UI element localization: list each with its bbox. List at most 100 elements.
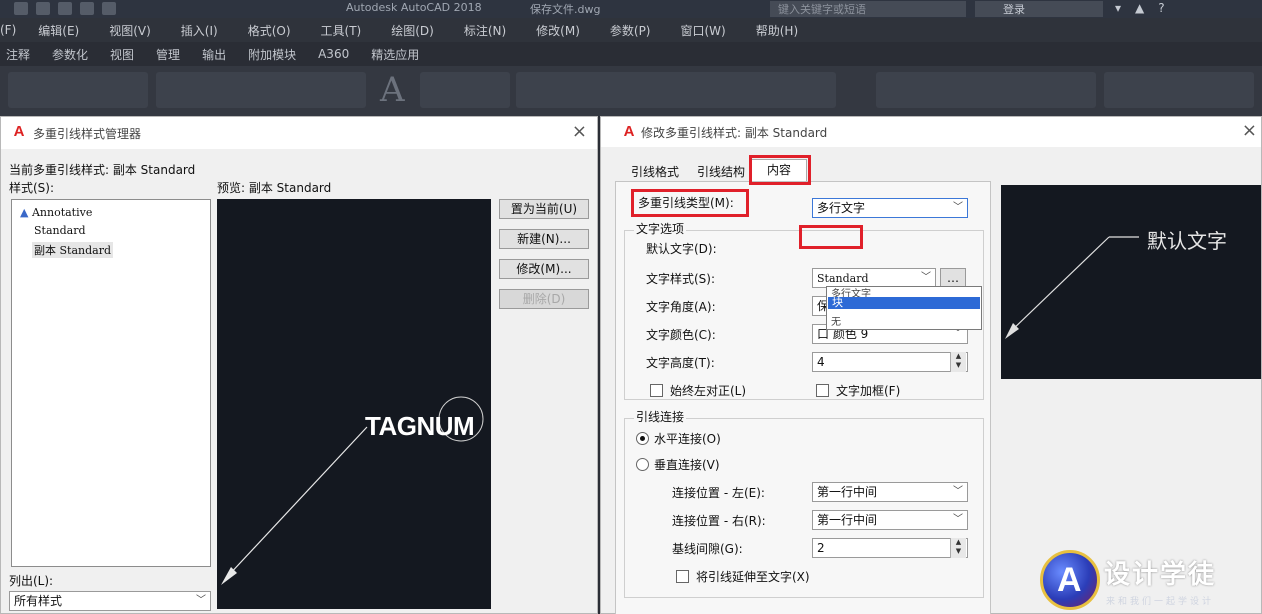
ribbon-tab-annotate[interactable]: 注释 bbox=[6, 46, 30, 63]
attach-right-select[interactable]: 第一行中间 ﹀ bbox=[812, 510, 968, 530]
ribbon-tab-featured[interactable]: 精选应用 bbox=[371, 46, 419, 63]
multileader-style-manager-dialog: A 多重引线样式管理器 × 当前多重引线样式: 副本 Standard 样式(S… bbox=[0, 116, 598, 614]
styles-listbox[interactable]: ▲ Annotative Standard 副本 Standard bbox=[11, 199, 211, 567]
set-current-button[interactable]: 置为当前(U) bbox=[499, 199, 589, 219]
ribbon-tab-output[interactable]: 输出 bbox=[202, 46, 226, 63]
new-button[interactable]: 新建(N)... bbox=[499, 229, 589, 249]
menu-window[interactable]: 窗口(W) bbox=[681, 22, 726, 39]
text-frame-label: 文字加框(F) bbox=[836, 384, 901, 398]
leader-connection-group-label: 引线连接 bbox=[634, 408, 687, 425]
menu-modify[interactable]: 修改(M) bbox=[536, 22, 580, 39]
horizontal-attachment-radio[interactable] bbox=[636, 432, 649, 445]
ribbon-tab-parametric[interactable]: 参数化 bbox=[52, 46, 88, 63]
layers-tools-group[interactable] bbox=[516, 72, 836, 108]
menu-edit[interactable]: 编辑(E) bbox=[38, 22, 79, 39]
ribbon-panel bbox=[0, 66, 1262, 116]
delete-button[interactable]: 删除(D) bbox=[499, 289, 589, 309]
print-icon[interactable] bbox=[80, 2, 94, 15]
properties-tools-group[interactable] bbox=[876, 72, 1096, 108]
draw-tools-group[interactable] bbox=[8, 72, 148, 108]
search-input[interactable]: 键入关键字或短语 bbox=[770, 1, 966, 17]
modify-button[interactable]: 修改(M)... bbox=[499, 259, 589, 279]
styles-label: 样式(S): bbox=[9, 181, 55, 195]
dropdown-option-selected[interactable]: 块 bbox=[828, 297, 980, 309]
login-button[interactable]: 登录 bbox=[975, 1, 1103, 17]
quick-access-toolbar bbox=[14, 2, 116, 15]
menu-file[interactable]: (F) bbox=[0, 23, 16, 37]
extend-leader-label: 将引线延伸至文字(X) bbox=[696, 570, 810, 584]
menu-insert[interactable]: 插入(I) bbox=[181, 22, 218, 39]
ribbon-tab-manage[interactable]: 管理 bbox=[156, 46, 180, 63]
list-item[interactable]: Standard bbox=[34, 224, 86, 237]
menu-help[interactable]: 帮助(H) bbox=[756, 22, 798, 39]
preview-leader-graphic bbox=[221, 396, 484, 585]
style-preview: TAGNUM bbox=[217, 199, 491, 609]
close-icon[interactable]: × bbox=[1242, 120, 1257, 141]
chevron-down-icon: ﹀ bbox=[921, 272, 931, 283]
cart-icon[interactable]: ▾ bbox=[1115, 1, 1121, 15]
dialog-title-bar: A 修改多重引线样式: 副本 Standard × bbox=[601, 117, 1261, 147]
text-frame-checkbox[interactable] bbox=[816, 384, 829, 397]
content-tab-panel: 多重引线类型(M): 多行文字 ﹀ 文字选项 默认文字(D): 文字样式(S):… bbox=[615, 181, 991, 614]
menu-bar: (F) 编辑(E) 视图(V) 插入(I) 格式(O) 工具(T) 绘图(D) … bbox=[0, 18, 1262, 42]
ribbon-tab-a360[interactable]: A360 bbox=[318, 47, 349, 61]
menu-tools[interactable]: 工具(T) bbox=[321, 22, 362, 39]
save-icon[interactable] bbox=[58, 2, 72, 15]
help-icon[interactable]: ? bbox=[1158, 1, 1164, 15]
list-filter-select[interactable]: 所有样式 ﹀ bbox=[9, 591, 211, 611]
dropdown-option[interactable]: 无 bbox=[831, 313, 841, 328]
vertical-attachment-radio[interactable] bbox=[636, 458, 649, 471]
chevron-down-icon: ﹀ bbox=[196, 595, 206, 606]
text-color-label: 文字颜色(C): bbox=[646, 328, 716, 342]
dialog-title-bar: A 多重引线样式管理器 × bbox=[1, 117, 597, 149]
menu-dimension[interactable]: 标注(N) bbox=[464, 22, 506, 39]
tab-content[interactable]: 内容 bbox=[751, 159, 807, 181]
list-item-selected[interactable]: 副本 Standard bbox=[32, 242, 113, 258]
vertical-attachment-label: 垂直连接(V) bbox=[654, 458, 720, 472]
ribbon-tab-view[interactable]: 视图 bbox=[110, 46, 134, 63]
preview-leader-graphic bbox=[1005, 236, 1139, 339]
text-height-input[interactable]: 4 bbox=[812, 352, 968, 372]
menu-view[interactable]: 视图(V) bbox=[109, 22, 151, 39]
text-tool-icon[interactable]: A bbox=[380, 70, 405, 110]
autocad-logo-icon: A bbox=[13, 123, 25, 140]
undo-icon[interactable] bbox=[102, 2, 116, 15]
leader-type-dropdown-list[interactable]: 多行文字 块 无 bbox=[826, 286, 982, 330]
annotation-tools-group[interactable] bbox=[420, 72, 510, 108]
extend-leader-checkbox[interactable] bbox=[676, 570, 689, 583]
app-title-bar: Autodesk AutoCAD 2018 保存文件.dwg 键入关键字或短语 … bbox=[0, 0, 1262, 18]
chevron-down-icon: ﹀ bbox=[953, 486, 963, 497]
landing-gap-spinner[interactable]: ▲ ▼ bbox=[950, 538, 966, 558]
close-icon[interactable]: × bbox=[572, 121, 587, 142]
chevron-down-icon: ﹀ bbox=[953, 202, 963, 213]
tab-leader-format[interactable]: 引线格式 bbox=[631, 163, 679, 180]
ribbon-tab-addins[interactable]: 附加模块 bbox=[248, 46, 296, 63]
attach-right-label: 连接位置 - 右(R): bbox=[672, 514, 766, 528]
current-style-label: 当前多重引线样式: 副本 Standard bbox=[9, 163, 196, 177]
brand-slogan: 来和我们一起学设计 bbox=[1106, 597, 1215, 607]
annotative-icon: ▲ bbox=[20, 206, 29, 219]
exchange-icon[interactable]: ▲ bbox=[1135, 1, 1144, 15]
text-height-spinner[interactable]: ▲ ▼ bbox=[950, 352, 966, 372]
landing-gap-input[interactable]: 2 bbox=[812, 538, 968, 558]
list-item[interactable]: ▲ Annotative bbox=[20, 206, 92, 219]
tab-leader-structure[interactable]: 引线结构 bbox=[697, 163, 745, 180]
text-style-label: 文字样式(S): bbox=[646, 272, 716, 286]
attach-left-select[interactable]: 第一行中间 ﹀ bbox=[812, 482, 968, 502]
modify-tools-group[interactable] bbox=[156, 72, 366, 108]
text-options-group-label: 文字选项 bbox=[634, 220, 687, 237]
autocad-logo-icon: A bbox=[623, 123, 635, 140]
menu-draw[interactable]: 绘图(D) bbox=[391, 22, 434, 39]
dialog-title: 修改多重引线样式: 副本 Standard bbox=[641, 126, 828, 140]
utilities-tools-group[interactable] bbox=[1104, 72, 1254, 108]
always-left-checkbox[interactable] bbox=[650, 384, 663, 397]
leader-type-select[interactable]: 多行文字 ﹀ bbox=[812, 198, 968, 218]
style-preview: 默认文字 bbox=[1001, 185, 1261, 379]
list-filter-label: 列出(L): bbox=[9, 574, 54, 588]
menu-parametric[interactable]: 参数(P) bbox=[610, 22, 651, 39]
open-file-icon[interactable] bbox=[36, 2, 50, 15]
new-file-icon[interactable] bbox=[14, 2, 28, 15]
text-style-browse-button[interactable]: … bbox=[940, 268, 966, 288]
menu-format[interactable]: 格式(O) bbox=[248, 22, 291, 39]
ribbon-tabs: 注释 参数化 视图 管理 输出 附加模块 A360 精选应用 bbox=[0, 42, 1262, 66]
